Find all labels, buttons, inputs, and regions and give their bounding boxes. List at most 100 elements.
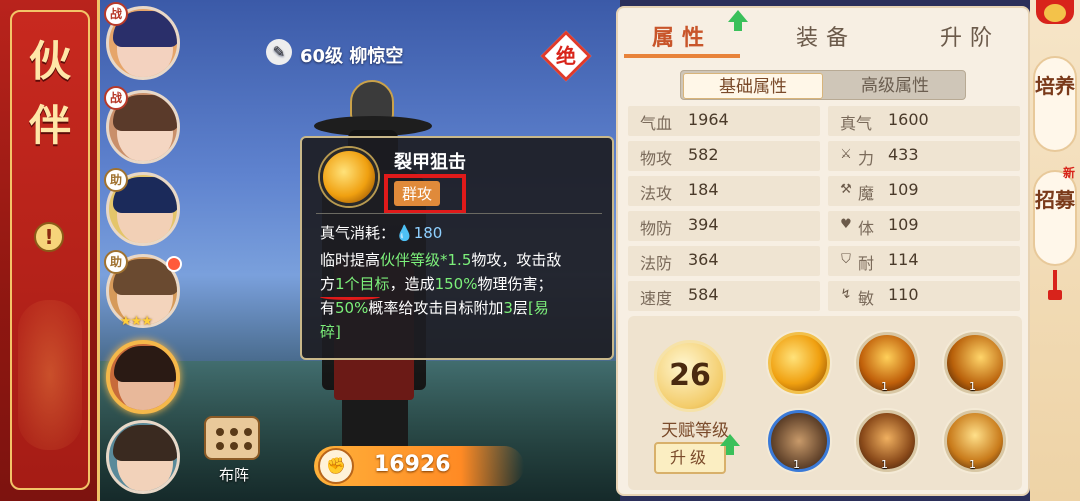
skill-level: 1 [969, 380, 976, 393]
staff-icon: ⚒ [840, 182, 852, 197]
quill-icon[interactable]: ✎ [266, 39, 292, 65]
skill-level: 1 [969, 458, 976, 471]
left-banner: 伙伴 ! [0, 0, 100, 501]
up-arrow-icon [728, 10, 748, 31]
formation-button[interactable]: 布阵 [204, 416, 264, 496]
attribute-label: 气血 [640, 114, 673, 133]
skill-slot[interactable]: 1 [856, 410, 918, 472]
skill-cost: 真气消耗：💧180 [320, 222, 442, 243]
shield-icon: ⛉ [841, 252, 851, 267]
attribute-row: ⛉ 耐 114 [828, 246, 1020, 276]
desc-text: 有 [320, 299, 336, 317]
desc-highlight: 伙伴等级*1.5 [380, 251, 472, 269]
attribute-row: 物攻 582 [628, 141, 820, 171]
desc-highlight: 1个目标 [335, 275, 390, 293]
assist-tag: 助 [104, 250, 128, 274]
attribute-value: 394 [688, 215, 719, 234]
advanced-attributes-toggle[interactable]: 高级属性 [825, 73, 965, 99]
attribute-row: ⚒ 魔 109 [828, 176, 1020, 206]
skill-tooltip: 裂甲狙击 群攻 真气消耗：💧180 临时提高伙伴等级*1.5物攻，攻击敌 方1个… [300, 136, 614, 360]
rarity-label: 绝 [556, 44, 576, 68]
portrait-hair [113, 425, 177, 461]
skill-slot[interactable]: 1 [768, 410, 830, 472]
attribute-value: 433 [888, 145, 919, 164]
attribute-label: 耐 [858, 254, 875, 273]
attribute-row: 法攻 184 [628, 176, 820, 206]
attribute-label: 速度 [640, 289, 673, 308]
attribute-value: 184 [688, 180, 719, 199]
skill-slot[interactable] [768, 332, 830, 394]
attribute-label: 真气 [840, 114, 873, 133]
tassel-end [1048, 290, 1062, 300]
exclamation-icon[interactable]: ! [34, 222, 64, 252]
cost-label: 真气消耗： [320, 224, 396, 242]
recruit-button[interactable]: 新 招募 [1033, 166, 1077, 266]
desc-text: 方 [320, 275, 336, 293]
attribute-label: 体 [858, 219, 875, 238]
boot-icon: ↯ [840, 287, 852, 302]
recruit-text: 招募 [1035, 188, 1075, 212]
attribute-row: 速度 584 [628, 281, 820, 311]
attribute-label: 法攻 [640, 184, 673, 203]
skill-icon [320, 148, 378, 206]
tab-advance[interactable]: 升阶 [940, 20, 1000, 52]
skill-level: 1 [793, 458, 800, 471]
banner-title: 伙伴 [28, 37, 71, 150]
basic-attributes-toggle[interactable]: 基础属性 [683, 73, 823, 99]
upgrade-button[interactable]: 升级 [654, 442, 726, 474]
attribute-label: 敏 [858, 289, 875, 308]
desc-text: 物理伤害； [477, 275, 553, 293]
hero-portrait[interactable] [106, 420, 180, 494]
attribute-value: 1600 [888, 110, 929, 129]
attribute-row: ⚔ 力 433 [828, 141, 1020, 171]
attribute-value: 114 [888, 250, 919, 269]
assist-tag: 助 [104, 168, 128, 192]
attribute-value: 109 [888, 215, 919, 234]
hero-name: ✎ 60级 柳惊空 [266, 39, 403, 68]
tab-bar: 属性 装备 升阶 [618, 8, 1028, 62]
attribute-row: ↯ 敏 110 [828, 281, 1020, 311]
attribute-panel: 属性 装备 升阶 基础属性 高级属性 气血 1964 物攻 582 法攻 184 物防 394… [616, 6, 1030, 496]
tab-equipment[interactable]: 装备 [796, 20, 856, 52]
desc-text: 概率给攻击目标附加 [368, 299, 504, 317]
skill-level: 1 [881, 458, 888, 471]
desc-highlight: 50% [335, 299, 369, 317]
skill-slot[interactable]: 1 [944, 332, 1006, 394]
chinese-knot-icon [1036, 0, 1074, 24]
notification-dot [166, 256, 182, 272]
combat-power-value: 16926 [374, 452, 451, 477]
highlight-box [384, 174, 466, 214]
attribute-value: 584 [688, 285, 719, 304]
cultivate-text: 培养 [1035, 74, 1075, 98]
desc-text: ，造成 [389, 275, 435, 293]
hero-portrait[interactable] [106, 340, 180, 414]
attribute-row: 物防 394 [628, 211, 820, 241]
skill-slot[interactable]: 1 [856, 332, 918, 394]
skill-level: 1 [881, 380, 888, 393]
attribute-row: 真气 1600 [828, 106, 1020, 136]
battle-tag: 战 [104, 86, 128, 110]
fist-icon: ✊ [318, 448, 354, 484]
cultivate-label: 培养 [1035, 70, 1075, 102]
cultivate-button[interactable]: 培养 [1033, 56, 1077, 152]
heart-icon: ♥ [840, 217, 852, 232]
attribute-row: 气血 1964 [628, 106, 820, 136]
attribute-label: 物攻 [640, 149, 673, 168]
sword-icon: ⚔ [840, 147, 852, 162]
formation-label: 布阵 [218, 466, 249, 484]
battle-tag: 战 [104, 2, 128, 26]
attribute-value: 110 [888, 285, 919, 304]
talent-area: 26 天赋等级 升级 11111 [628, 316, 1022, 490]
desc-text: 物攻，攻击敌 [471, 251, 562, 269]
attribute-row: 法防 364 [628, 246, 820, 276]
cost-value: 180 [413, 224, 443, 242]
side-strip: 培养 新 招募 [1030, 0, 1080, 501]
attribute-mode-switch: 基础属性 高级属性 [680, 70, 966, 100]
star-rating: ★★★ [120, 314, 153, 329]
tab-attributes[interactable]: 属性 [652, 20, 712, 52]
combat-power: ✊ 16926 [314, 446, 524, 486]
desc-highlight: 碎] [320, 323, 341, 341]
attribute-label: 力 [858, 149, 875, 168]
skill-slot[interactable]: 1 [944, 410, 1006, 472]
new-badge: 新 [1063, 166, 1076, 180]
